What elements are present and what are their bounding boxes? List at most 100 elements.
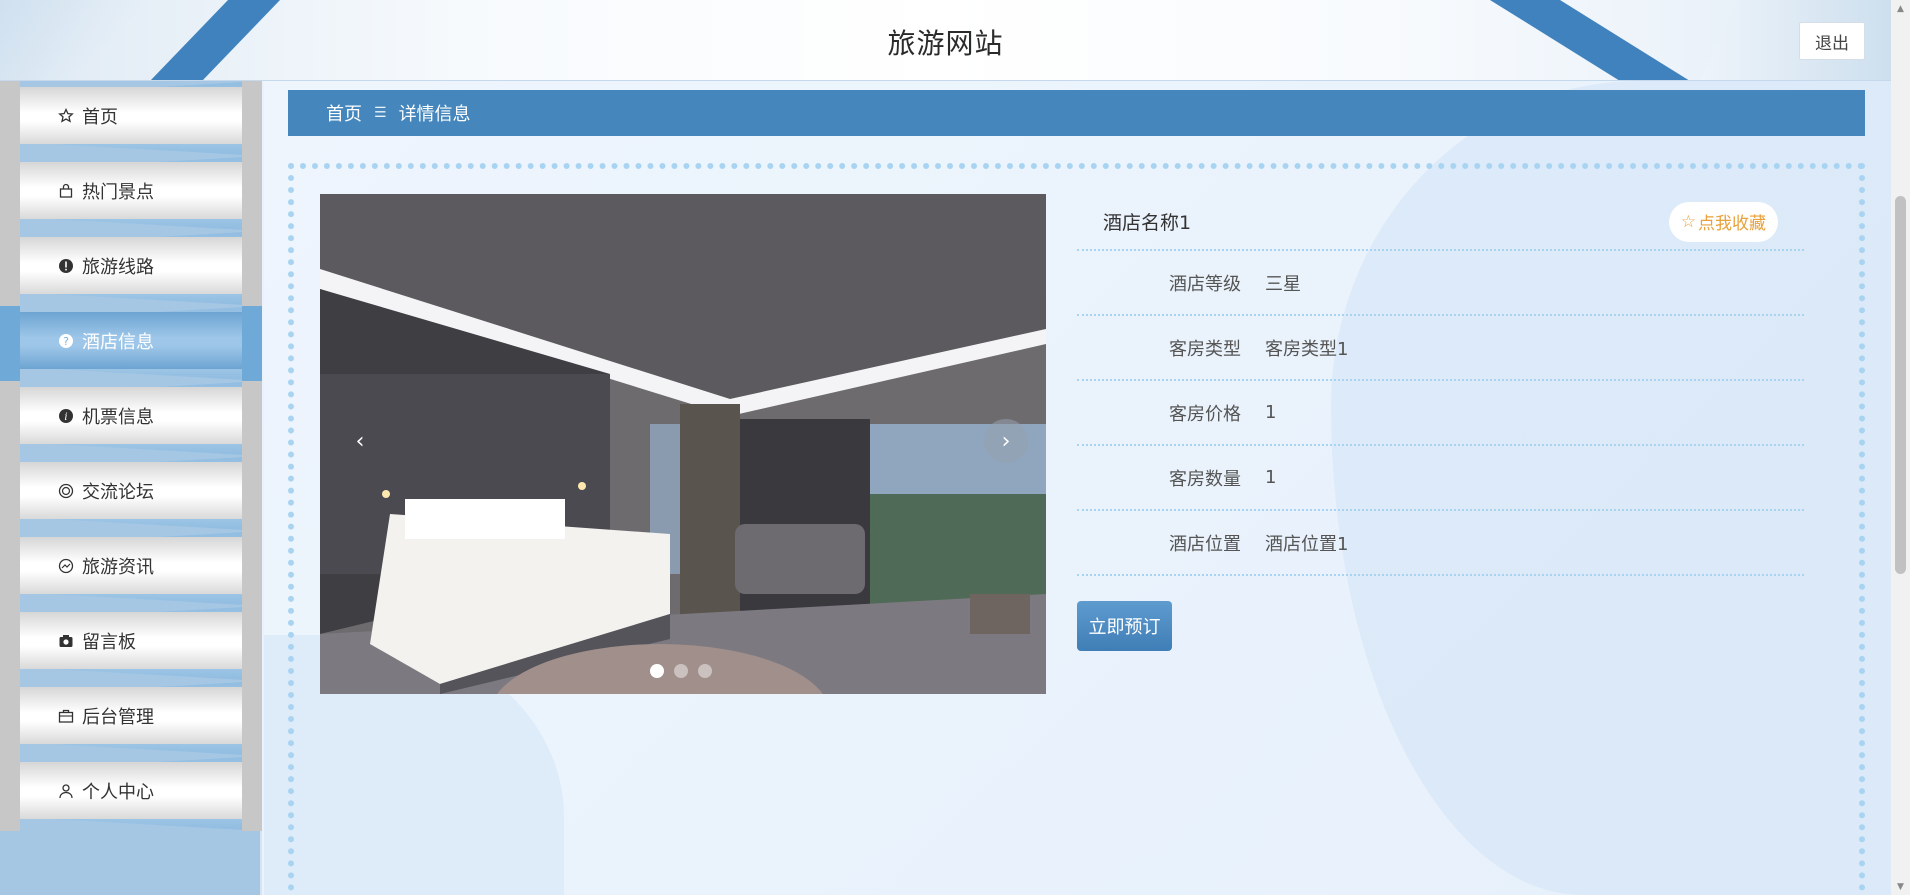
field-value: 酒店位置1 xyxy=(1265,533,1349,555)
sidebar-item[interactable]: 首页 xyxy=(0,81,262,156)
sidebar-item-button[interactable]: 交流论坛 xyxy=(20,462,242,519)
carousel-dot[interactable] xyxy=(698,664,712,678)
favorite-button[interactable]: ☆ 点我收藏 xyxy=(1668,201,1778,242)
hotel-field-row: 客房价格 1 xyxy=(1077,381,1804,446)
sidebar-item-edge xyxy=(242,306,262,381)
favorite-label: 点我收藏 xyxy=(1698,214,1766,234)
field-value: 客房类型1 xyxy=(1265,338,1349,360)
sidebar-item-edge xyxy=(0,606,20,681)
sidebar-item-button[interactable]: 留言板 xyxy=(20,612,242,669)
field-value: 三星 xyxy=(1265,273,1301,295)
sidebar-item-label: 个人中心 xyxy=(82,781,154,803)
main-content: 首页 ☰ 详情信息 ‹ › 酒店名称1 ☆ 点我收藏 酒店等级 三星 客房类型 … xyxy=(264,81,1891,895)
hotel-name-row: 酒店名称1 ☆ 点我收藏 xyxy=(1077,194,1804,251)
carousel-next-button[interactable]: › xyxy=(984,419,1028,463)
star-outline-icon: ☆ xyxy=(1680,211,1696,232)
sidebar-item-label: 首页 xyxy=(82,106,118,128)
sidebar-item-label: 旅游资讯 xyxy=(82,556,154,578)
carousel-dot[interactable] xyxy=(650,664,664,678)
site-title: 旅游网站 xyxy=(887,27,1004,60)
user-icon xyxy=(58,783,74,799)
sidebar-item-edge xyxy=(242,606,262,681)
face-icon xyxy=(58,483,74,499)
sidebar-item-edge xyxy=(0,756,20,831)
info-circle-icon: i xyxy=(58,408,74,424)
hotel-field-row: 客房数量 1 xyxy=(1077,446,1804,511)
sidebar-item-edge xyxy=(242,231,262,306)
field-label: 客房类型 xyxy=(1169,338,1241,360)
carousel-prev-button[interactable]: ‹ xyxy=(338,419,382,463)
scrollbar-thumb[interactable] xyxy=(1895,196,1906,574)
hotel-field-list: 酒店等级 三星客房类型 客房类型1 客房价格 1 客房数量 1 酒店位置 酒店位置1 xyxy=(1077,251,1804,576)
sidebar-item-label: 机票信息 xyxy=(82,406,154,428)
hotel-room-image xyxy=(320,194,1046,694)
question-circle-icon: ? xyxy=(58,333,74,349)
field-label: 客房价格 xyxy=(1169,403,1241,425)
sidebar-item-edge xyxy=(242,681,262,756)
sidebar-item-button[interactable]: i 机票信息 xyxy=(20,387,242,444)
sidebar-item-button[interactable]: 后台管理 xyxy=(20,687,242,744)
sidebar-item-button[interactable]: 首页 xyxy=(20,87,242,144)
sidebar-item-edge xyxy=(0,156,20,231)
hotel-name: 酒店名称1 xyxy=(1103,212,1192,234)
page-scrollbar[interactable]: ▲ ▼ xyxy=(1891,0,1910,895)
scroll-down-icon[interactable]: ▼ xyxy=(1891,878,1910,895)
sidebar-item[interactable]: 交流论坛 xyxy=(0,456,262,531)
sidebar-item-edge xyxy=(0,456,20,531)
sidebar-item[interactable]: 个人中心 xyxy=(0,756,262,831)
header: 旅游网站 退出 xyxy=(0,0,1891,81)
sidebar-item-button[interactable]: 旅游资讯 xyxy=(20,537,242,594)
sidebar-item[interactable]: i 机票信息 xyxy=(0,381,262,456)
sidebar-item-edge xyxy=(0,231,20,306)
sidebar-item-label: 留言板 xyxy=(82,631,136,653)
sidebar-item-label: 旅游线路 xyxy=(82,256,154,278)
carousel-dot[interactable] xyxy=(674,664,688,678)
sidebar-item-button[interactable]: 个人中心 xyxy=(20,762,242,819)
field-label: 酒店位置 xyxy=(1169,533,1241,555)
hotel-field-row: 酒店位置 酒店位置1 xyxy=(1077,511,1804,576)
breadcrumb-current: 详情信息 xyxy=(398,104,471,125)
sidebar-item[interactable]: 留言板 xyxy=(0,606,262,681)
sidebar-item-button[interactable]: 热门景点 xyxy=(20,162,242,219)
field-value: 1 xyxy=(1265,402,1277,423)
svg-text:?: ? xyxy=(63,335,69,348)
hotel-field-row: 酒店等级 三星 xyxy=(1077,251,1804,316)
sidebar-item-label: 酒店信息 xyxy=(82,331,154,353)
camera-icon xyxy=(58,633,74,649)
sidebar-item[interactable]: 旅游资讯 xyxy=(0,531,262,606)
sidebar-item-edge xyxy=(0,381,20,456)
field-value: 1 xyxy=(1265,467,1277,488)
sidebar-item-edge xyxy=(242,156,262,231)
carousel-indicators xyxy=(650,664,712,678)
sidebar-item-edge xyxy=(0,681,20,756)
sidebar-item-edge xyxy=(242,381,262,456)
exclamation-circle-icon xyxy=(58,258,74,274)
sidebar-item-button[interactable]: 旅游线路 xyxy=(20,237,242,294)
image-carousel[interactable]: ‹ › xyxy=(320,194,1046,694)
svg-text:i: i xyxy=(64,412,67,423)
sidebar-item-button[interactable]: ? 酒店信息 xyxy=(20,312,242,369)
sidebar-item[interactable]: ? 酒店信息 xyxy=(0,306,262,381)
field-label: 客房数量 xyxy=(1169,468,1241,490)
breadcrumb: 首页 ☰ 详情信息 xyxy=(288,90,1865,136)
bag-icon xyxy=(58,183,74,199)
sidebar-item-edge xyxy=(242,756,262,831)
field-label: 酒店等级 xyxy=(1169,273,1241,295)
sidebar-item[interactable]: 热门景点 xyxy=(0,156,262,231)
hotel-field-row: 客房类型 客房类型1 xyxy=(1077,316,1804,381)
sidebar-item-edge xyxy=(242,531,262,606)
sidebar-item-edge xyxy=(0,306,20,381)
sidebar-item-edge xyxy=(242,456,262,531)
scroll-up-icon[interactable]: ▲ xyxy=(1891,0,1910,17)
sidebar-item-label: 热门景点 xyxy=(82,181,154,203)
sidebar-item-edge xyxy=(0,81,20,156)
book-now-button[interactable]: 立即预订 xyxy=(1077,601,1172,651)
star-outline-icon xyxy=(58,107,74,124)
sidebar-item[interactable]: 后台管理 xyxy=(0,681,262,756)
sidebar: 首页 热门景点 旅游线路? 酒店信息 i 机票信息 交流论坛 旅游资讯 留言板 后台管理 个人中心 xyxy=(0,81,262,895)
hotel-details: 酒店名称1 ☆ 点我收藏 酒店等级 三星 客房类型 客房类型1 客房价格 1 客房数量 1 酒店… xyxy=(1077,194,1804,651)
sidebar-item[interactable]: 旅游线路 xyxy=(0,231,262,306)
logout-button[interactable]: 退出 xyxy=(1799,22,1865,60)
sidebar-item-edge xyxy=(0,531,20,606)
breadcrumb-home[interactable]: 首页 xyxy=(326,100,362,126)
